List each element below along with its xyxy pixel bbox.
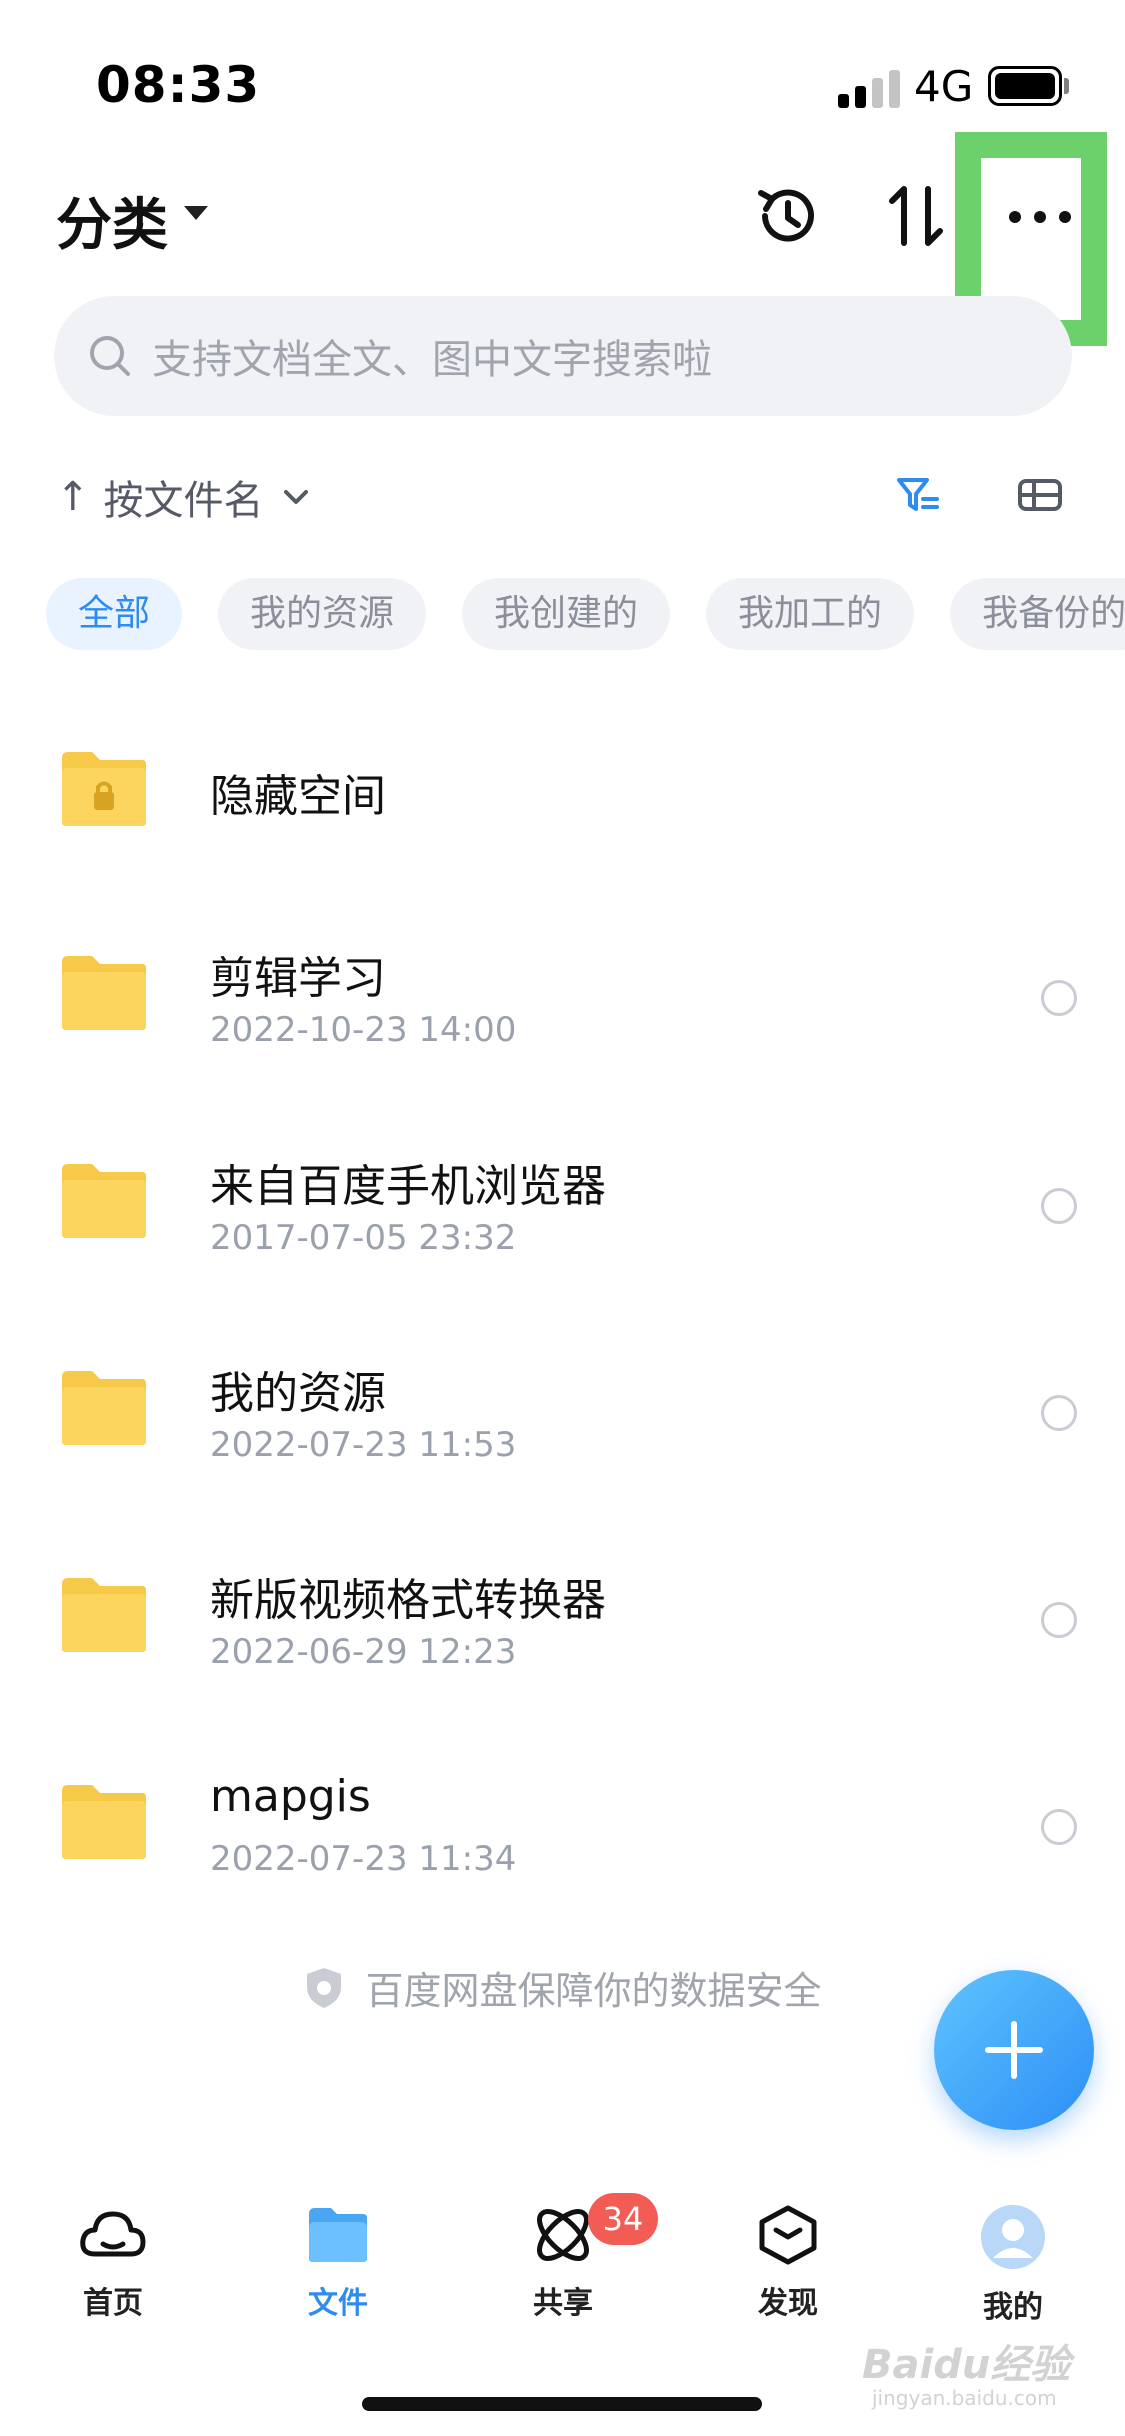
arrow-up-icon: ↑: [56, 474, 90, 520]
select-radio[interactable]: [1041, 1188, 1077, 1224]
add-button[interactable]: [934, 1970, 1094, 2130]
file-date: 2022-06-29 12:23: [210, 1632, 517, 1672]
avatar-icon: [981, 2205, 1045, 2269]
select-radio[interactable]: [1041, 1602, 1077, 1638]
filter-icon[interactable]: [888, 470, 948, 520]
folder-icon: [62, 1578, 146, 1652]
list-item-folder[interactable]: 剪辑学习 2022-10-23 14:00: [0, 952, 1125, 1112]
cellular-signal-icon: [838, 68, 902, 108]
sort-icon[interactable]: [876, 176, 956, 256]
search-bar[interactable]: 支持文档全文、图中文字搜索啦: [54, 296, 1072, 416]
battery-tip: [1064, 78, 1069, 94]
tab-label: 首页: [83, 2286, 143, 2321]
select-radio[interactable]: [1041, 1809, 1077, 1845]
caret-down-icon[interactable]: [184, 206, 208, 220]
watermark-url: jingyan.baidu.com: [872, 2386, 1057, 2410]
list-item-folder[interactable]: mapgis 2022-07-23 11:34: [0, 1771, 1125, 1941]
file-name: 新版视频格式转换器: [210, 1575, 606, 1626]
select-radio[interactable]: [1041, 980, 1077, 1016]
battery-icon: [988, 66, 1062, 106]
search-placeholder: 支持文档全文、图中文字搜索啦: [152, 337, 712, 383]
chip-backed-up[interactable]: 我备份的: [950, 578, 1125, 650]
chip-created[interactable]: 我创建的: [462, 578, 671, 650]
chip-processed[interactable]: 我加工的: [706, 578, 915, 650]
chevron-down-icon: [283, 490, 308, 504]
list-item-folder[interactable]: 来自百度手机浏览器 2017-07-05 23:32: [0, 1160, 1125, 1320]
file-name: 来自百度手机浏览器: [210, 1161, 606, 1212]
tab-label: 文件: [308, 2286, 368, 2321]
folder-icon: [62, 1371, 146, 1445]
folder-icon: [309, 2208, 367, 2262]
chip-all[interactable]: 全部: [46, 578, 183, 650]
security-note-text: 百度网盘保障你的数据安全: [365, 1969, 822, 2013]
file-date: 2022-10-23 14:00: [210, 1010, 517, 1050]
folder-icon: [62, 1164, 146, 1238]
tab-discover[interactable]: 发现: [713, 2204, 863, 2322]
shield-icon: [307, 1967, 342, 2008]
list-item-folder[interactable]: 新版视频格式转换器 2022-06-29 12:23: [0, 1574, 1125, 1734]
chip-my-resources[interactable]: 我的资源: [218, 578, 427, 650]
search-icon: [90, 336, 130, 376]
network-type: 4G: [914, 62, 974, 111]
file-name: 隐藏空间: [210, 771, 386, 822]
sort-label: 按文件名: [103, 478, 264, 524]
file-name: mapgis: [210, 1771, 371, 1822]
category-title[interactable]: 分类: [56, 180, 168, 261]
file-date: 2017-07-05 23:32: [210, 1218, 517, 1258]
tab-me[interactable]: 我的: [938, 2204, 1088, 2326]
list-item-hidden-space[interactable]: 隐藏空间: [0, 748, 1125, 908]
home-indicator: [362, 2397, 762, 2411]
category-chips: 全部 我的资源 我创建的 我加工的 我备份的: [46, 578, 1125, 650]
notification-badge: 34: [588, 2193, 658, 2245]
tab-home[interactable]: 首页: [38, 2204, 188, 2322]
file-date: 2022-07-23 11:53: [210, 1425, 517, 1465]
tab-label: 发现: [758, 2286, 818, 2321]
tab-label: 我的: [983, 2290, 1043, 2325]
view-toggle-icon[interactable]: [1010, 470, 1070, 520]
cloud-icon: [80, 2211, 146, 2257]
file-name: 我的资源: [210, 1368, 386, 1419]
list-item-folder[interactable]: 我的资源 2022-07-23 11:53: [0, 1367, 1125, 1527]
file-date: 2022-07-23 11:34: [210, 1839, 517, 1879]
history-icon[interactable]: [748, 176, 828, 256]
status-time: 08:33: [96, 56, 261, 114]
locked-folder-icon: [62, 752, 146, 826]
tab-label: 共享: [533, 2286, 593, 2321]
tab-files[interactable]: 文件: [263, 2204, 413, 2322]
discover-icon: [759, 2205, 817, 2265]
sort-by-name[interactable]: ↑ 按文件名: [56, 468, 310, 526]
folder-icon: [62, 956, 146, 1030]
plus-icon: [985, 2021, 1043, 2079]
folder-icon: [62, 1785, 146, 1859]
file-name: 剪辑学习: [210, 953, 386, 1004]
select-radio[interactable]: [1041, 1395, 1077, 1431]
watermark-logo: Baidu经验: [862, 2342, 1071, 2388]
